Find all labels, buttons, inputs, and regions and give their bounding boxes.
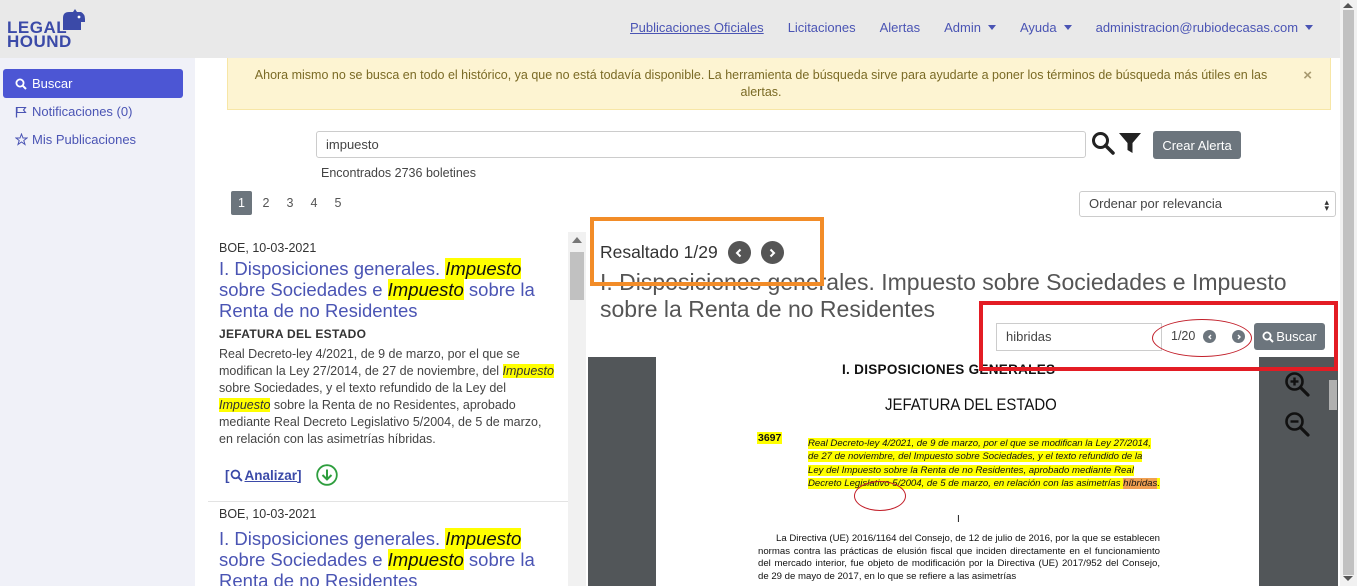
title-text: I. Disposiciones generales.	[219, 528, 446, 549]
result-title-link[interactable]: I. Disposiciones generales. Impuesto sob…	[219, 258, 557, 321]
zoom-out-icon[interactable]	[1284, 411, 1310, 437]
title-highlight: Impuesto	[387, 279, 464, 300]
create-alert-button[interactable]: Crear Alerta	[1153, 131, 1241, 159]
page-link-4[interactable]: 4	[302, 191, 326, 215]
search-icon	[14, 78, 28, 90]
result-divider	[208, 501, 568, 502]
page-mark: I	[957, 514, 960, 525]
sidebar-item-buscar[interactable]: Buscar	[3, 69, 183, 98]
search-icon	[230, 469, 243, 482]
nav-label: Publicaciones Oficiales	[630, 19, 764, 35]
scroll-down-arrow-icon[interactable]	[1343, 576, 1353, 581]
analizar-link[interactable]: [Analizar]	[225, 468, 302, 483]
results-scrollbar[interactable]	[568, 232, 586, 586]
page-paragraph: La Directiva (UE) 2016/1164 del Consejo,…	[758, 533, 1160, 582]
nav-user-dropdown[interactable]: administracion@rubiodecasas.com	[1096, 20, 1314, 35]
nav-label: Admin	[944, 19, 981, 35]
sort-select[interactable]: Ordenar por relevancia ▴ ▾	[1079, 191, 1336, 217]
page-link-2[interactable]: 2	[254, 191, 278, 215]
caret-down-icon	[987, 24, 996, 30]
zoom-in-icon[interactable]	[1284, 371, 1310, 397]
result-meta: BOE, 10-03-2021	[219, 241, 317, 255]
summary-text: sobre Sociedades, y el texto refundido d…	[219, 381, 506, 395]
analizar-label: Analizar	[244, 467, 298, 483]
title-text: sobre Sociedades e	[219, 279, 388, 300]
nav-alertas[interactable]: Alertas	[880, 20, 920, 35]
result-actions: [Analizar]	[219, 464, 557, 486]
top-navbar: LEGAL HOUND Publicaciones Oficiales Lici…	[0, 0, 1340, 58]
page-link-1[interactable]: 1	[231, 191, 252, 215]
sidebar-item-label: Buscar	[32, 76, 73, 91]
search-icon[interactable]	[1091, 131, 1115, 155]
title-highlight: Impuesto	[387, 549, 464, 570]
pagination: 1 2 3 4 5	[231, 191, 350, 215]
result-summary: Real Decreto-ley 4/2021, de 9 de marzo, …	[219, 346, 557, 448]
pdf-scroll-thumb[interactable]	[1329, 380, 1337, 410]
summary-text: Real Decreto-ley 4/2021, de 9 de marzo, …	[219, 347, 520, 378]
download-icon[interactable]	[315, 464, 338, 486]
annotation-box-orange	[590, 217, 824, 286]
results-list: BOE, 10-03-2021 I. Disposiciones general…	[208, 232, 568, 586]
title-highlight: Impuesto	[445, 528, 522, 549]
filter-icon[interactable]	[1118, 132, 1142, 154]
nav-label: Alertas	[879, 19, 921, 35]
close-icon[interactable]: ×	[1303, 67, 1312, 84]
window-scrollbar[interactable]	[1340, 0, 1357, 586]
page-number-label: 3697	[757, 432, 783, 444]
alert-text: Ahora mismo no se busca en todo el histó…	[254, 68, 1268, 99]
legal-hound-logo[interactable]: LEGAL HOUND	[7, 8, 87, 50]
summary-highlight: Impuesto	[502, 364, 554, 378]
scroll-up-arrow-icon[interactable]	[572, 237, 582, 243]
search-input[interactable]: impuesto	[316, 131, 1086, 158]
scroll-thumb[interactable]	[570, 252, 584, 300]
page-link-5[interactable]: 5	[326, 191, 350, 215]
pdf-page: I. DISPOSICIONES GENERALES JEFATURA DEL …	[656, 357, 1259, 586]
nav-admin-dropdown[interactable]: Admin	[944, 20, 996, 35]
nav-licitaciones[interactable]: Licitaciones	[788, 20, 856, 35]
scroll-thumb[interactable]	[1343, 10, 1354, 575]
page-subheading: JEFATURA DEL ESTADO	[885, 395, 1057, 414]
title-text: I. Disposiciones generales.	[219, 258, 446, 279]
result-organization: JEFATURA DEL ESTADO	[219, 327, 367, 341]
highlighted-span: Real Decreto-ley 4/2021, de 9 de marzo, …	[808, 438, 1151, 489]
nav-label: administracion@rubiodecasas.com	[1095, 19, 1299, 35]
sidebar-item-notificaciones[interactable]: Notificaciones (0)	[3, 97, 183, 126]
select-arrows-icon: ▴ ▾	[1324, 197, 1329, 213]
info-alert: Ahora mismo no se busca en todo el histó…	[227, 58, 1331, 110]
annotation-box-red	[979, 301, 1338, 371]
main-nav: Publicaciones Oficiales Licitaciones Ale…	[618, 0, 1325, 54]
sidebar: Buscar Notificaciones (0) Mis Publicacio…	[0, 58, 195, 586]
nav-label: Ayuda	[1019, 19, 1057, 35]
result-title-link[interactable]: I. Disposiciones generales. Impuesto sob…	[219, 528, 557, 586]
sort-selected-value: Ordenar por relevancia	[1089, 196, 1222, 211]
sidebar-item-label: Notificaciones (0)	[32, 104, 133, 119]
result-meta: BOE, 10-03-2021	[219, 507, 317, 521]
result-card: BOE, 10-03-2021 I. Disposiciones general…	[208, 238, 568, 502]
page-highlighted-text: Real Decreto-ley 4/2021, de 9 de marzo, …	[808, 438, 1160, 489]
nav-label: Licitaciones	[787, 19, 856, 35]
star-icon	[14, 133, 28, 146]
scroll-up-arrow-icon[interactable]	[1343, 3, 1353, 8]
result-card: BOE, 10-03-2021 I. Disposiciones general…	[208, 504, 568, 586]
caret-down-icon	[1063, 24, 1072, 30]
logo-line-2: HOUND	[7, 32, 72, 51]
nav-ayuda-dropdown[interactable]: Ayuda	[1020, 20, 1072, 35]
sidebar-item-label: Mis Publicaciones	[32, 132, 137, 147]
flag-icon	[14, 106, 28, 118]
caret-down-icon	[1305, 24, 1314, 30]
title-text: sobre Sociedades e	[219, 549, 388, 570]
results-count: Encontrados 2736 boletines	[321, 166, 476, 180]
sidebar-item-mis-publicaciones[interactable]: Mis Publicaciones	[3, 125, 183, 154]
annotation-ellipse	[854, 481, 906, 511]
summary-highlight: Impuesto	[219, 398, 271, 412]
current-match-span: híbridas	[1123, 477, 1158, 489]
page-link-3[interactable]: 3	[278, 191, 302, 215]
title-highlight: Impuesto	[445, 258, 522, 279]
nav-publicaciones-oficiales[interactable]: Publicaciones Oficiales	[630, 20, 764, 35]
